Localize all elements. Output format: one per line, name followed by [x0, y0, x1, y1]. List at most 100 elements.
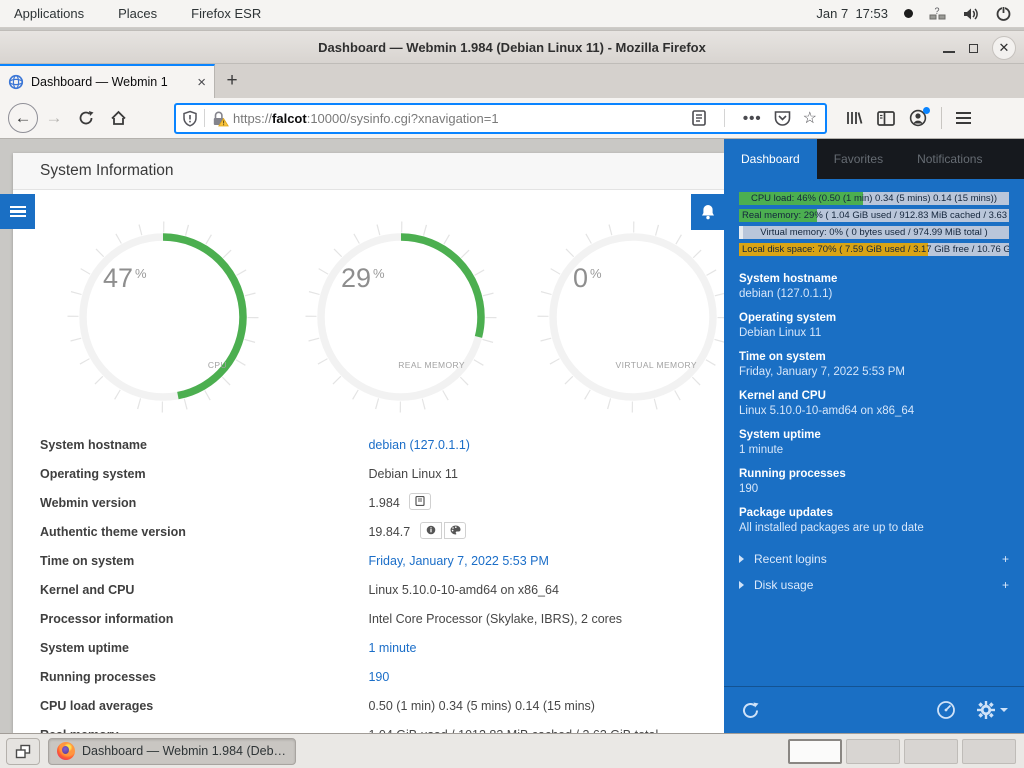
workspace-2[interactable]: [846, 739, 900, 764]
cpu-gauge: 47% CPU: [63, 217, 263, 417]
sidebar-toggle-icon[interactable]: [877, 111, 895, 126]
recent-logins-section[interactable]: Recent logins +: [724, 546, 1024, 572]
row-value: Intel Core Processor (Skylake, IBRS), 2 …: [368, 612, 622, 626]
url-bar[interactable]: https://falcot:10000/sysinfo.cgi?xnaviga…: [174, 103, 827, 134]
places-menu[interactable]: Places: [118, 6, 157, 21]
record-indicator-icon: [904, 9, 913, 18]
app-menu-icon[interactable]: [956, 109, 971, 127]
time-link[interactable]: Friday, January 7, 2022 5:53 PM: [368, 554, 548, 568]
power-icon[interactable]: [995, 5, 1012, 22]
webmin-changelog-button[interactable]: [409, 493, 431, 510]
notifications-bell-button[interactable]: [691, 194, 724, 230]
webmin-sidebar: Dashboard Favorites Notifications CPU lo…: [724, 139, 1024, 733]
pocket-icon[interactable]: [774, 110, 791, 126]
workspace-1[interactable]: [788, 739, 842, 764]
new-tab-button[interactable]: +: [215, 64, 249, 98]
row-label: Operating system: [40, 460, 365, 489]
expand-plus-icon[interactable]: +: [1002, 552, 1009, 566]
row-label: Real memory: [40, 721, 365, 733]
section-label: Disk usage: [754, 578, 1002, 592]
gauges-row: 47% CPU 29% REAL MEMORY: [13, 190, 724, 431]
table-row: Running processes 190: [13, 663, 724, 692]
info-label: Running processes: [739, 468, 1009, 480]
table-row: Webmin version 1.984: [13, 489, 724, 518]
gauge-value: 29%: [341, 263, 385, 294]
applications-menu[interactable]: Applications: [14, 6, 84, 21]
list-item: Package updates All installed packages a…: [739, 507, 1009, 534]
row-value: 0.50 (1 min) 0.34 (5 mins) 0.14 (15 mins…: [368, 699, 594, 713]
toolbar-divider: [941, 107, 942, 129]
page-actions-icon[interactable]: •••: [743, 110, 762, 127]
volume-icon[interactable]: [962, 6, 979, 22]
workspace-3[interactable]: [904, 739, 958, 764]
webmin-menu-toggle-button[interactable]: [0, 194, 35, 229]
disk-space-bar[interactable]: Local disk space: 70% ( 7.59 GiB used / …: [739, 243, 1009, 256]
uptime-link[interactable]: 1 minute: [368, 641, 416, 655]
window-button-label: Dashboard — Webmin 1.984 (Deb…: [82, 744, 286, 758]
forward-button[interactable]: →: [38, 102, 70, 134]
tab-dashboard[interactable]: Dashboard: [724, 139, 817, 179]
row-label: Time on system: [40, 547, 365, 576]
minimize-button[interactable]: [943, 51, 955, 53]
page-title: System Information: [13, 162, 174, 180]
tracking-protection-shield-icon[interactable]: [182, 110, 198, 127]
hamburger-icon: [10, 204, 26, 220]
table-row: Time on system Friday, January 7, 2022 5…: [13, 547, 724, 576]
home-button[interactable]: [102, 102, 134, 134]
window-taskbar-button[interactable]: Dashboard — Webmin 1.984 (Deb…: [48, 738, 296, 765]
close-button[interactable]: ✕: [992, 36, 1016, 60]
active-app-menu[interactable]: Firefox ESR: [191, 6, 261, 21]
back-button[interactable]: ←: [8, 103, 38, 133]
row-label: System uptime: [40, 634, 365, 663]
refresh-icon[interactable]: [740, 700, 761, 721]
row-value: 19.84.7: [368, 525, 410, 539]
screen: Applications Places Firefox ESR Jan 7 17…: [0, 0, 1024, 768]
reader-view-icon[interactable]: [692, 110, 706, 126]
info-value: debian (127.0.1.1): [739, 288, 1009, 300]
list-item: Time on system Friday, January 7, 2022 5…: [739, 351, 1009, 378]
account-badge: [923, 107, 930, 114]
tab-close-icon[interactable]: ×: [197, 75, 206, 90]
workspace-switcher: [788, 739, 1016, 764]
bar-text: Real memory: 29% ( 1.04 GiB used / 912.8…: [739, 209, 1009, 222]
gauge-label: CPU: [208, 360, 227, 370]
clock[interactable]: Jan 7 17:53: [816, 6, 888, 21]
tab-notifications[interactable]: Notifications: [900, 139, 999, 179]
workspace-4[interactable]: [962, 739, 1016, 764]
tab-favorites[interactable]: Favorites: [817, 139, 900, 179]
virtual-memory-bar[interactable]: Virtual memory: 0% ( 0 bytes used / 974.…: [739, 226, 1009, 239]
settings-gear-icon[interactable]: [976, 700, 1008, 720]
svg-text:?: ?: [934, 6, 939, 16]
processes-link[interactable]: 190: [368, 670, 389, 684]
show-desktop-button[interactable]: [6, 738, 40, 765]
connection-lock-warning-icon[interactable]: [211, 110, 229, 127]
url-text: https://falcot:10000/sysinfo.cgi?xnaviga…: [233, 111, 692, 126]
info-label: Operating system: [739, 312, 1009, 324]
row-label: Processor information: [40, 605, 365, 634]
disk-usage-section[interactable]: Disk usage +: [724, 572, 1024, 598]
expand-plus-icon[interactable]: +: [1002, 578, 1009, 592]
navigation-toolbar: ← → https://falcot:10000/sysinfo.cgi?xna…: [0, 98, 1024, 139]
theme-palette-button[interactable]: [444, 522, 466, 539]
row-label: Authentic theme version: [40, 518, 365, 547]
theme-info-button[interactable]: [420, 522, 442, 539]
browser-tab[interactable]: Dashboard — Webmin 1 ×: [0, 64, 215, 98]
maximize-button[interactable]: [969, 44, 978, 53]
real-memory-bar[interactable]: Real memory: 29% ( 1.04 GiB used / 912.8…: [739, 209, 1009, 222]
caret-right-icon: [739, 581, 744, 589]
system-monitor-icon[interactable]: [936, 700, 956, 720]
section-label: Recent logins: [754, 552, 1002, 566]
cpu-load-bar[interactable]: CPU load: 46% (0.50 (1 min) 0.34 (5 mins…: [739, 192, 1009, 205]
row-label: System hostname: [40, 431, 365, 460]
reload-button[interactable]: [70, 102, 102, 134]
library-icon[interactable]: [845, 110, 863, 126]
list-item: System uptime 1 minute: [739, 429, 1009, 456]
hostname-link[interactable]: debian (127.0.1.1): [368, 438, 469, 452]
network-icon[interactable]: ?: [929, 6, 946, 21]
bookmark-star-icon[interactable]: ☆: [803, 108, 817, 128]
info-value: 1 minute: [739, 444, 1009, 456]
gauge-label: REAL MEMORY: [398, 360, 465, 370]
row-label: CPU load averages: [40, 692, 365, 721]
browser-viewport: System Information 47% CPU: [0, 139, 1024, 733]
account-icon[interactable]: [909, 109, 927, 127]
